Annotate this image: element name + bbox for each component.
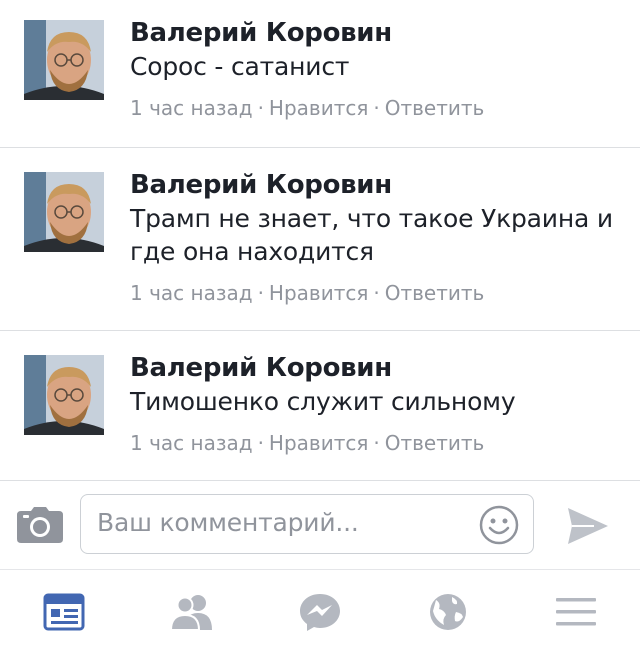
like-link[interactable]: Нравится [269, 96, 368, 120]
comment-item: Валерий Коровин Тимошенко служит сильном… [0, 331, 640, 480]
comment-author[interactable]: Валерий Коровин [130, 16, 620, 50]
reply-link[interactable]: Ответить [385, 96, 485, 120]
like-link[interactable]: Нравится [269, 281, 368, 305]
comment-meta: 1 час назад · Нравится · Ответить [130, 95, 620, 121]
comment-text: Тимошенко служит сильному [130, 387, 516, 416]
comment-body: Валерий Коровин Трамп не знает, что тако… [130, 168, 620, 306]
meta-separator: · [373, 96, 380, 120]
comment-body: Валерий Коровин Тимошенко служит сильном… [130, 351, 620, 456]
messenger-icon[interactable] [298, 592, 342, 632]
reply-link[interactable]: Ответить [385, 431, 485, 455]
meta-separator: · [257, 96, 264, 120]
comment-item: Валерий Коровин Трамп не знает, что тако… [0, 148, 640, 330]
smiley-icon[interactable] [479, 505, 519, 545]
meta-separator: · [257, 281, 264, 305]
comment-body: Валерий Коровин Сорос - сатанист 1 час н… [130, 16, 620, 121]
comment-author[interactable]: Валерий Коровин [130, 168, 620, 202]
reply-link[interactable]: Ответить [385, 281, 485, 305]
comment-input[interactable]: Ваш комментарий... [80, 494, 534, 554]
news-feed-icon[interactable] [42, 592, 86, 632]
comments-screen: Валерий Коровин Сорос - сатанист 1 час н… [0, 0, 640, 647]
comment-text: Трамп не знает, что такое Украина и где … [130, 204, 613, 266]
avatar[interactable] [24, 355, 104, 435]
avatar[interactable] [24, 20, 104, 100]
avatar[interactable] [24, 172, 104, 252]
comment-meta: 1 час назад · Нравится · Ответить [130, 280, 620, 306]
meta-separator: · [373, 281, 380, 305]
like-link[interactable]: Нравится [269, 431, 368, 455]
comment-timestamp[interactable]: 1 час назад [130, 281, 253, 305]
meta-separator: · [257, 431, 264, 455]
send-icon[interactable] [566, 506, 610, 546]
meta-separator: · [373, 431, 380, 455]
comment-timestamp[interactable]: 1 час назад [130, 96, 253, 120]
comment-composer: Ваш комментарий... [0, 480, 640, 569]
friends-icon[interactable] [169, 592, 214, 632]
bottom-tab-bar [0, 569, 640, 647]
comment-author[interactable]: Валерий Коровин [130, 351, 620, 385]
comment-input-placeholder: Ваш комментарий... [97, 508, 359, 537]
camera-icon[interactable] [17, 507, 63, 543]
comment-text: Сорос - сатанист [130, 52, 350, 81]
globe-icon[interactable] [426, 592, 470, 632]
comment-item: Валерий Коровин Сорос - сатанист 1 час н… [0, 0, 640, 147]
comment-timestamp[interactable]: 1 час назад [130, 431, 253, 455]
comment-meta: 1 час назад · Нравится · Ответить [130, 430, 620, 456]
menu-icon[interactable] [554, 592, 598, 632]
